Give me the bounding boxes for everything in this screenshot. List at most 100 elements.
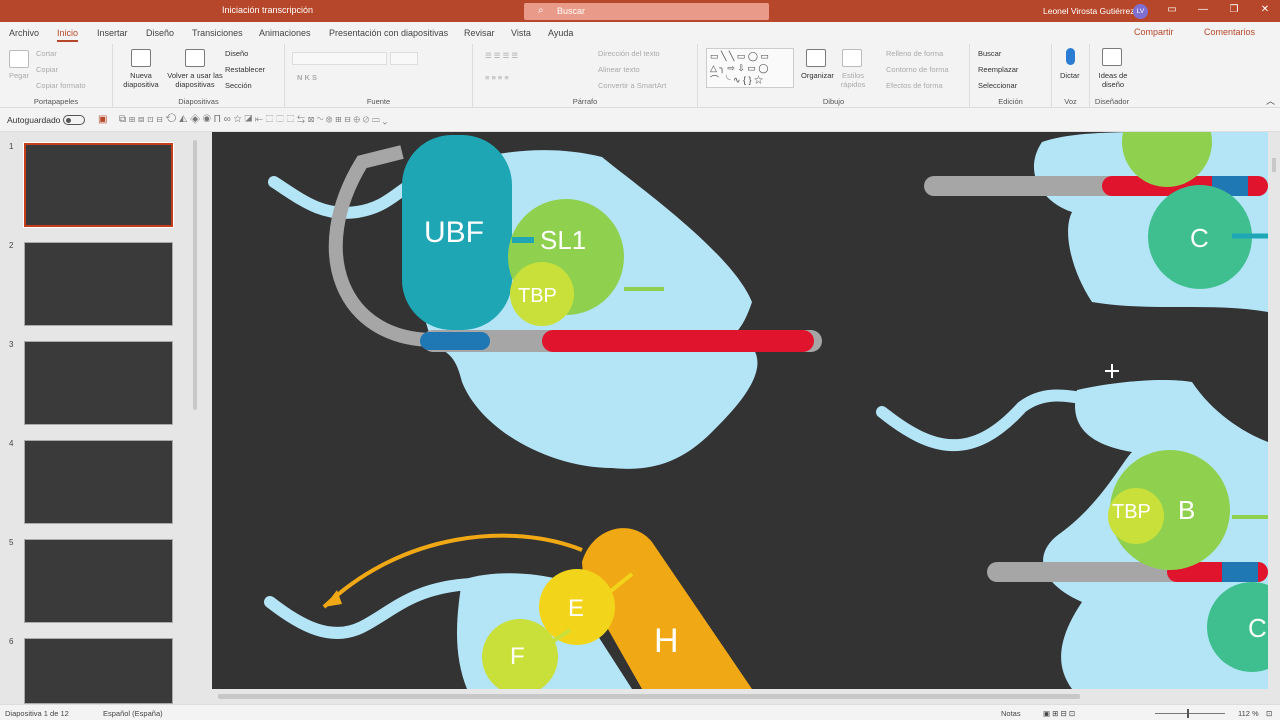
zoom-level[interactable]: 112 % bbox=[1238, 709, 1259, 718]
thumb-number: 3 bbox=[9, 340, 14, 349]
text-direction-button[interactable]: Dirección del texto bbox=[598, 49, 660, 58]
notes-button[interactable]: Notas bbox=[1001, 709, 1021, 718]
autosave-toggle[interactable] bbox=[63, 115, 85, 125]
reuse-slides-button[interactable]: Volver a usar las diapositivas bbox=[167, 71, 223, 89]
tab-transiciones[interactable]: Transiciones bbox=[192, 28, 243, 38]
design-ideas-button[interactable]: Ideas de diseño bbox=[1094, 71, 1132, 89]
tab-archivo[interactable]: Archivo bbox=[9, 28, 39, 38]
fit-slide-icon[interactable]: ⊡ bbox=[1266, 709, 1272, 718]
tbp-label-mr: TBP bbox=[1112, 501, 1151, 523]
slide-thumbnail[interactable] bbox=[24, 440, 173, 524]
tab-vista[interactable]: Vista bbox=[511, 28, 531, 38]
comments-button[interactable]: Comentarios bbox=[1204, 27, 1255, 37]
paste-button[interactable]: Pegar bbox=[9, 71, 29, 80]
layout-button[interactable]: Diseño bbox=[225, 49, 248, 58]
arrange-button[interactable]: Organizar bbox=[801, 71, 834, 80]
font-size-dropdown[interactable] bbox=[390, 52, 418, 65]
new-slide-button[interactable]: Nueva diapositiva bbox=[117, 71, 165, 89]
dna-strand-bl bbox=[264, 578, 478, 639]
maximize-button[interactable]: ❐ bbox=[1224, 4, 1244, 15]
slide-diagram: UBF SL1 TBP C TBP B C H E F bbox=[264, 132, 1268, 689]
view-buttons[interactable]: ▣ ⊞ ⊟ ⊡ bbox=[1043, 709, 1075, 718]
toolbar-icons[interactable]: ⧉ ⊞ ⧈ ⊡ ⊟ ⟲ ◭ ◈ ◉ Π ∞ ☆ ◪ ⇤ ⬚ ⬚ ⬚ ⇆ ⊠ ∿ … bbox=[119, 114, 387, 125]
f-label: F bbox=[510, 643, 525, 670]
quick-styles-button[interactable]: Estilos rápidos bbox=[836, 71, 870, 89]
cut-button[interactable]: Cortar bbox=[36, 49, 57, 58]
slide-thumbnail[interactable] bbox=[24, 341, 173, 425]
group-parrafo: ☰ ☰ ☰ ☰ ≡ ≡ ≡ ≡ Dirección del texto Alin… bbox=[473, 44, 698, 108]
search-placeholder: Buscar bbox=[557, 6, 586, 16]
tab-inicio[interactable]: Inicio bbox=[57, 28, 79, 42]
tab-presentacion[interactable]: Presentación con diapositivas bbox=[329, 28, 448, 38]
ribbon-display-options-button[interactable]: ▭ bbox=[1162, 4, 1182, 15]
status-bar: Diapositiva 1 de 12 Español (España) Not… bbox=[0, 704, 1280, 720]
microphone-icon bbox=[1066, 48, 1075, 65]
pol-cloud-lower bbox=[437, 347, 758, 469]
smartart-button[interactable]: Convertir a SmartArt bbox=[598, 81, 666, 90]
promoter-red bbox=[542, 330, 814, 352]
slide-canvas[interactable]: UBF SL1 TBP C TBP B C H E F bbox=[212, 132, 1268, 689]
sl1-label: SL1 bbox=[540, 225, 586, 255]
align-icons[interactable]: ≡ ≡ ≡ ≡ bbox=[485, 73, 509, 82]
font-name-dropdown[interactable] bbox=[292, 52, 387, 65]
thumb-number: 6 bbox=[9, 637, 14, 646]
shape-fill-button[interactable]: Relleno de forma bbox=[886, 49, 943, 58]
find-button[interactable]: Buscar bbox=[978, 49, 1001, 58]
section-button[interactable]: Sección bbox=[225, 81, 252, 90]
share-button[interactable]: Compartir bbox=[1134, 27, 1174, 37]
ribbon: Pegar Cortar Copiar Copiar formato Porta… bbox=[0, 44, 1280, 108]
language-indicator[interactable]: Español (España) bbox=[103, 709, 163, 718]
dna-strand-mr bbox=[876, 389, 1098, 452]
replace-button[interactable]: Reemplazar bbox=[978, 65, 1018, 74]
slide-thumbnail[interactable] bbox=[23, 142, 174, 228]
minimize-button[interactable]: — bbox=[1193, 4, 1213, 15]
dictate-button[interactable]: Dictar bbox=[1060, 71, 1080, 80]
autosave-label: Autoguardado bbox=[7, 115, 61, 125]
thumbnail-scrollbar[interactable] bbox=[190, 132, 200, 704]
tab-insertar[interactable]: Insertar bbox=[97, 28, 128, 38]
move-cursor-icon bbox=[1105, 364, 1119, 378]
reuse-slides-icon bbox=[185, 49, 205, 67]
collapse-ribbon-icon[interactable]: ︿ bbox=[1266, 94, 1275, 107]
align-text-button[interactable]: Alinear texto bbox=[598, 65, 640, 74]
font-style-buttons[interactable]: N K S bbox=[297, 73, 317, 82]
canvas-vertical-scrollbar[interactable] bbox=[1268, 132, 1280, 689]
format-painter-button[interactable]: Copiar formato bbox=[36, 81, 86, 90]
group-label-fuente: Fuente bbox=[366, 97, 391, 106]
tab-diseno[interactable]: Diseño bbox=[146, 28, 174, 38]
group-label-edicion: Edición bbox=[998, 97, 1023, 106]
thumb-number: 4 bbox=[9, 439, 14, 448]
reset-button[interactable]: Restablecer bbox=[225, 65, 265, 74]
save-icon[interactable]: ▣ bbox=[98, 114, 107, 125]
shape-outline-button[interactable]: Contorno de forma bbox=[886, 65, 949, 74]
e-label: E bbox=[568, 595, 584, 622]
slide-thumbnail-pane: 1 2 3 4 5 6 bbox=[0, 132, 205, 704]
thumb-number: 1 bbox=[9, 142, 14, 151]
tab-animaciones[interactable]: Animaciones bbox=[259, 28, 311, 38]
user-name: Leonel Virosta Gutiérrez bbox=[1043, 6, 1135, 16]
group-portapapeles: Pegar Cortar Copiar Copiar formato Porta… bbox=[0, 44, 113, 108]
search-box[interactable]: ⌕ Buscar bbox=[524, 3, 769, 20]
select-button[interactable]: Seleccionar bbox=[978, 81, 1017, 90]
slide-thumbnail[interactable] bbox=[24, 539, 173, 623]
canvas-horizontal-scrollbar[interactable] bbox=[212, 689, 1268, 704]
ribbon-tabs: Archivo Inicio Insertar Diseño Transicio… bbox=[0, 22, 1280, 44]
group-label-dibujo: Dibujo bbox=[822, 97, 845, 106]
shapes-gallery[interactable]: ▭ ╲ ╲ ▭ ◯ ▭ △ ╮ ⇨ ⇩ ▭ ◯ ⌒ ╰ ∿ { } ☆ bbox=[706, 48, 794, 88]
copy-button[interactable]: Copiar bbox=[36, 65, 58, 74]
close-button[interactable]: ✕ bbox=[1255, 4, 1275, 15]
search-icon: ⌕ bbox=[538, 5, 544, 16]
shape-effects-button[interactable]: Efectos de forma bbox=[886, 81, 943, 90]
promoter-blue-mr bbox=[1222, 562, 1258, 582]
slide-thumbnail[interactable] bbox=[24, 638, 173, 704]
slide-thumbnail[interactable] bbox=[24, 242, 173, 326]
slide-counter: Diapositiva 1 de 12 bbox=[5, 709, 69, 718]
tab-ayuda[interactable]: Ayuda bbox=[548, 28, 573, 38]
design-ideas-icon bbox=[1102, 48, 1122, 66]
avatar[interactable]: LV bbox=[1133, 4, 1148, 19]
promoter-blue bbox=[420, 332, 490, 350]
thumb-number: 5 bbox=[9, 538, 14, 547]
tab-revisar[interactable]: Revisar bbox=[464, 28, 495, 38]
zoom-slider[interactable] bbox=[1155, 709, 1225, 718]
bullets-icon[interactable]: ☰ ☰ ☰ ☰ bbox=[485, 51, 518, 60]
